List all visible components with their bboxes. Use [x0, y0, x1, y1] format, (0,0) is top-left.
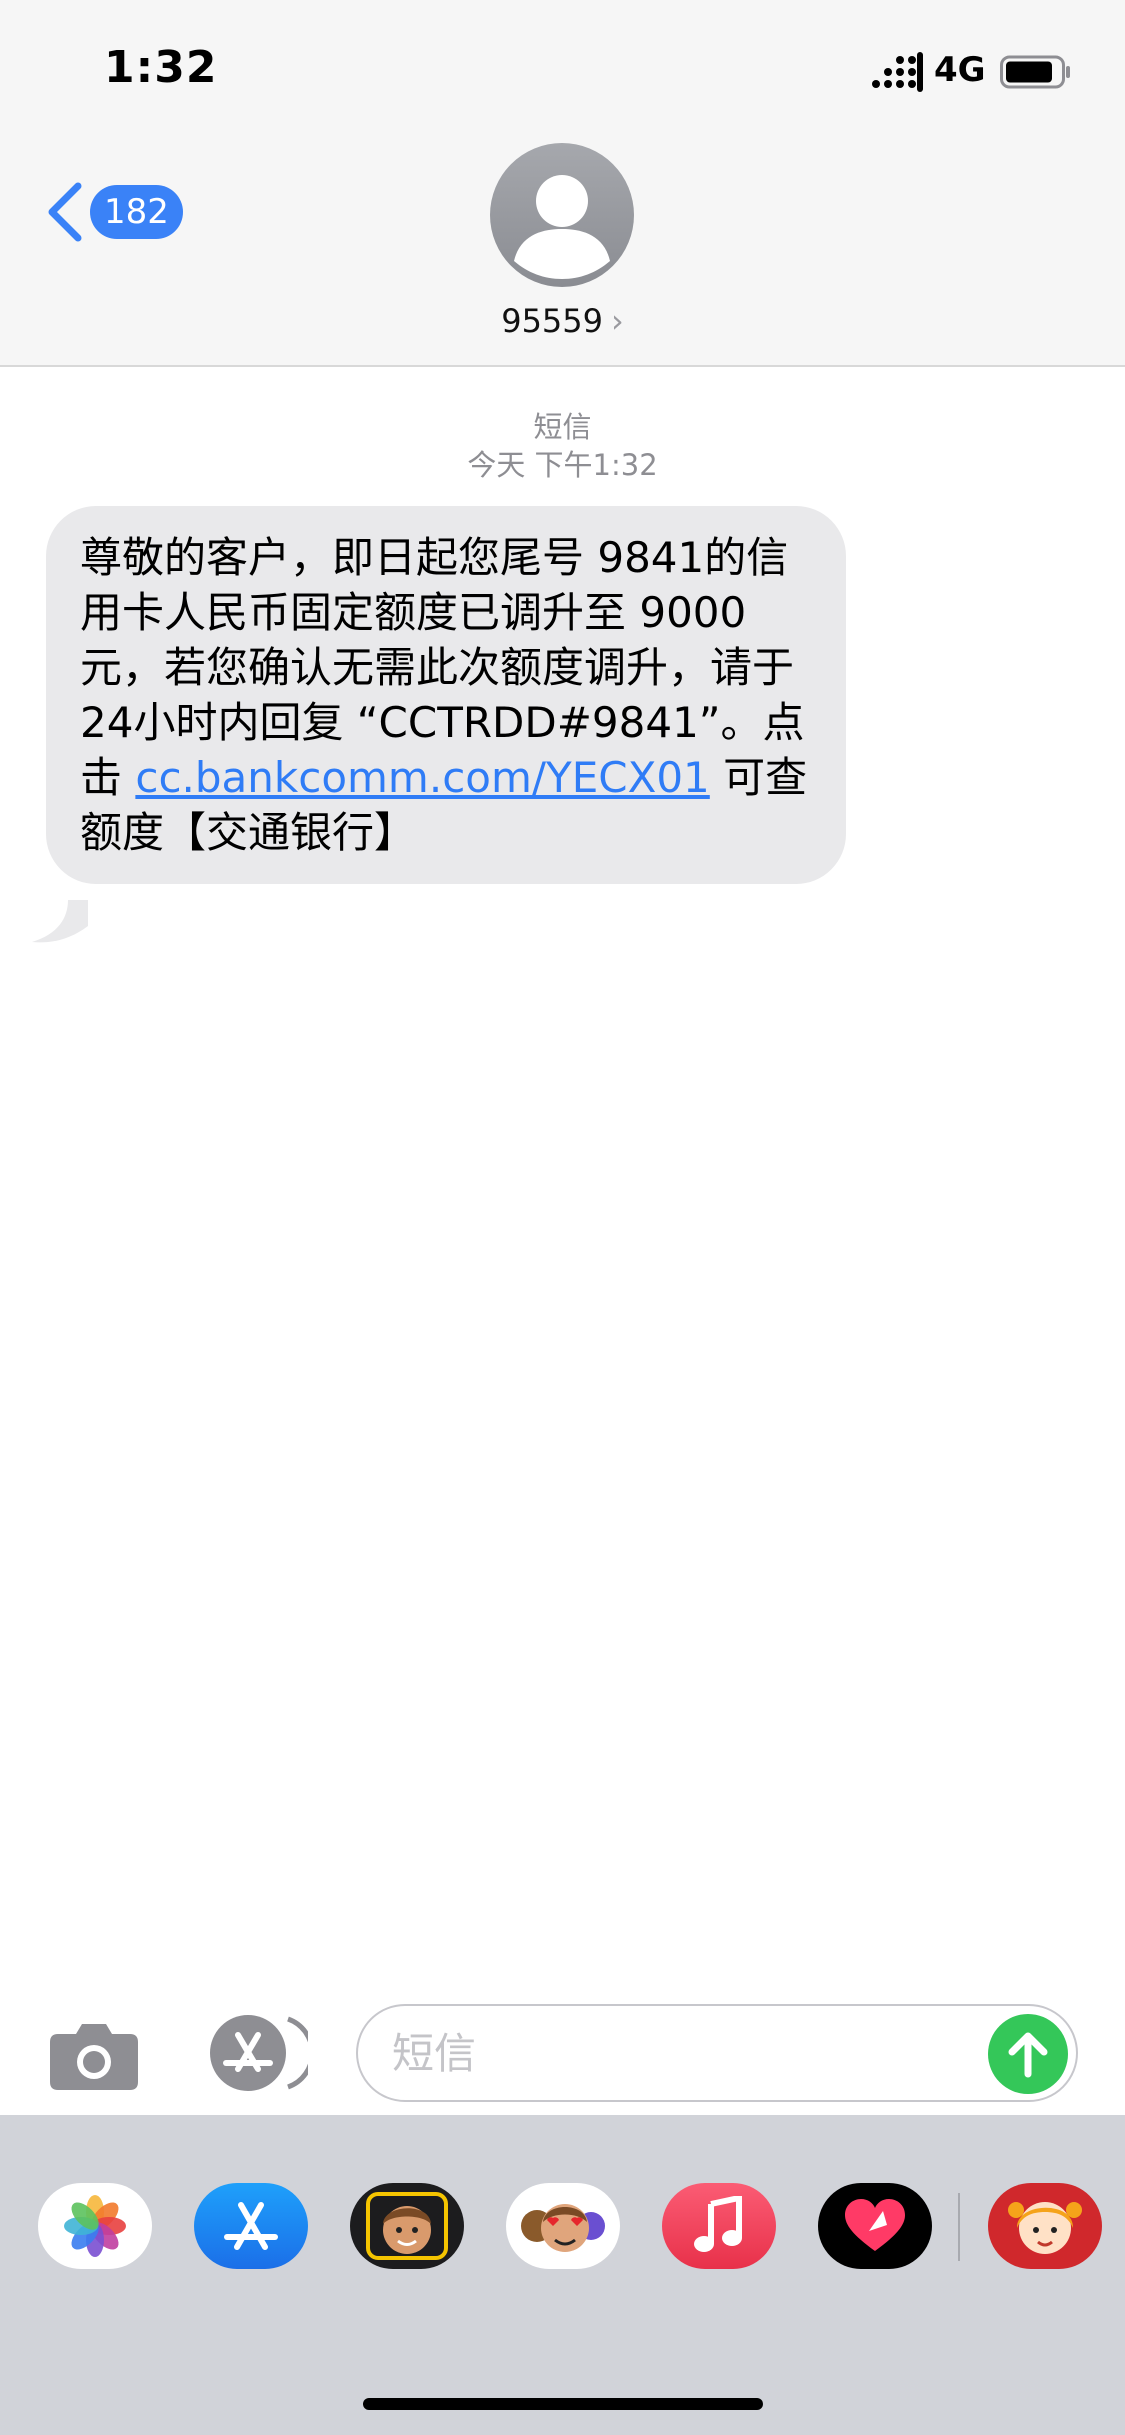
back-button[interactable]: 182: [44, 180, 183, 244]
photos-flower-icon: [64, 2195, 126, 2257]
signal-strength-icon: [872, 52, 923, 92]
contact-name: 95559: [501, 302, 603, 340]
message-service-label: 短信: [533, 410, 592, 444]
cartoon-girl-icon: [1008, 2202, 1082, 2254]
message-link[interactable]: cc.bankcomm.com/YECX01: [135, 753, 709, 802]
status-time: 1:32: [104, 42, 218, 93]
arrow-up-icon: [1008, 2032, 1048, 2078]
bubble-tail: [32, 900, 88, 943]
drawer-divider: [958, 2193, 960, 2261]
network-type: 4G: [934, 50, 986, 90]
message-timestamp: 今天 下午1:32: [467, 448, 658, 482]
music-icon[interactable]: [662, 2183, 776, 2269]
person-icon: [514, 175, 610, 279]
app-store-a-icon: [224, 2202, 278, 2250]
battery-icon: [1000, 55, 1070, 89]
app-store-icon[interactable]: [194, 2183, 308, 2269]
memoji-icon[interactable]: [350, 2183, 464, 2269]
incoming-message-bubble[interactable]: 尊敬的客户，即日起您尾号 9841的信用卡人民币固定额度已调升至 9000元，若…: [46, 506, 846, 884]
animoji-faces-icon: [521, 2204, 605, 2252]
animoji-icon[interactable]: [506, 2183, 620, 2269]
camera-icon[interactable]: [48, 2020, 140, 2092]
unread-count-badge: 182: [90, 185, 183, 239]
photos-icon[interactable]: [38, 2183, 152, 2269]
message-input-container[interactable]: [356, 2004, 1078, 2102]
imessage-app-drawer: [0, 2115, 1125, 2435]
music-note-icon: [694, 2196, 742, 2252]
home-indicator[interactable]: [363, 2398, 763, 2410]
contact-name-button[interactable]: 95559 ›: [0, 302, 1125, 340]
contact-avatar[interactable]: [490, 143, 634, 287]
message-input[interactable]: [392, 2006, 972, 2100]
chevron-right-icon: ›: [611, 302, 624, 340]
app-store-button-icon[interactable]: [200, 2013, 308, 2093]
sticker-app-icon[interactable]: [988, 2183, 1102, 2269]
digital-touch-icon[interactable]: [818, 2183, 932, 2269]
heart-icon: [845, 2199, 905, 2251]
chevron-left-icon: [48, 182, 82, 242]
send-button[interactable]: [988, 2014, 1068, 2094]
memoji-face-icon: [366, 2192, 448, 2260]
conversation-header: 1:32 4G 182 95559 ›: [0, 0, 1125, 367]
